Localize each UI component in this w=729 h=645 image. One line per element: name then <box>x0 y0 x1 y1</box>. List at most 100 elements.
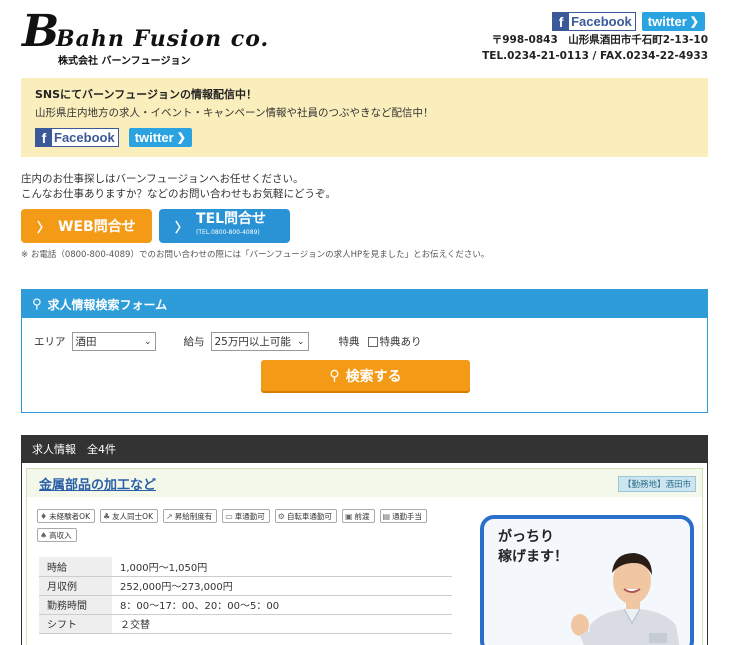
facebook-icon: f <box>36 129 52 146</box>
chevron-right-icon: 〉 <box>175 220 189 236</box>
job-tag-label: 高収入 <box>49 530 72 540</box>
job-tag: ▤ 通勤手当 <box>379 509 428 523</box>
job-promo-image: がっちり 稼げます！ <box>480 515 694 645</box>
job-tag: ↗ 昇給制度有 <box>163 509 218 523</box>
job-tag: ▭ 車通勤可 <box>222 509 270 523</box>
logo-subtitle: 株式会社 バーンフュージョン <box>58 56 191 67</box>
logo-b-mark: B <box>22 6 60 57</box>
web-inquiry-button[interactable]: 〉 WEB問合せ <box>21 209 152 243</box>
tel-inquiry-label: TEL問合せ <box>196 211 267 227</box>
job-tag: ♦ 未経験者OK <box>37 509 95 523</box>
banner-facebook-button[interactable]: f Facebook <box>35 128 119 147</box>
search-icon: ⚲ <box>329 367 340 384</box>
job-info-table: 時給 1,000円〜1,050円 月収例 252,000円〜273,000円 勤… <box>39 557 452 634</box>
car-icon: ▭ <box>225 511 233 521</box>
job-tag-label: 自転車通勤可 <box>286 511 332 521</box>
twitter-label: twitter <box>134 130 174 145</box>
bicycle-icon: ⚙ <box>277 511 285 521</box>
job-tag-label: 通勤手当 <box>392 511 423 521</box>
company-phone: TEL.0234-21-0113 / FAX.0234-22-4933 <box>482 50 708 62</box>
phone-note: ※ お電話（0800-800-4089）でのお問い合わせの際には「バーンフュージ… <box>21 250 490 260</box>
table-row: 勤務時間 8：00〜17：00、20：00〜5：00 <box>39 595 452 615</box>
commute-allowance-icon: ▤ <box>382 511 391 521</box>
perk-checkbox-label[interactable]: 特典あり <box>380 334 422 349</box>
salary-select[interactable]: 25万円以上可能 ⌄ <box>210 332 309 351</box>
sns-banner: SNSにてバーンフュージョンの情報配信中！ 山形県庄内地方の求人・イベント・キャ… <box>21 78 708 157</box>
job-tag: ♣ 友人同士OK <box>100 509 158 523</box>
job-tag-label: 友人同士OK <box>112 511 153 521</box>
job-tag: ♠ 高収入 <box>37 528 77 542</box>
job-tag-label: 車通勤可 <box>234 511 265 521</box>
salary-select-value: 25万円以上可能 <box>214 336 291 348</box>
tel-inquiry-number: (TEL.0800-800-4089) <box>196 229 260 236</box>
job-card: 金属部品の加工など 【勤務地】酒田市 ♦ 未経験者OK ♣ 友人同士OK ↗ 昇給制度… <box>26 468 703 645</box>
facebook-label: Facebook <box>54 130 115 145</box>
raise-icon: ↗ <box>166 511 173 521</box>
search-icon: ⚲ <box>32 296 42 312</box>
results-header: 求人情報 全4件 <box>22 435 707 463</box>
table-row: 月収例 252,000円〜273,000円 <box>39 576 452 596</box>
search-filters: エリア 酒田 ⌄ 給与 25万円以上可能 ⌄ 特典 特典あり <box>34 332 422 351</box>
header-facebook-button[interactable]: f Facebook <box>552 12 636 31</box>
chevron-down-icon: ⌄ <box>296 336 305 347</box>
intro-text: 庄内のお仕事探しはバーンフュージョンへお任せください。 こんなお仕事ありますか？… <box>21 172 336 202</box>
job-tags: ♦ 未経験者OK ♣ 友人同士OK ↗ 昇給制度有 ▭ 車通勤可 ⚙ 自転車通勤可 ▣ 前渡… <box>37 509 437 542</box>
job-location-badge: 【勤務地】酒田市 <box>617 476 696 492</box>
web-inquiry-label: WEB問合せ <box>58 219 136 235</box>
facebook-label: Facebook <box>571 14 632 29</box>
chevron-down-icon: ⌄ <box>143 336 152 347</box>
tel-inquiry-button[interactable]: 〉 TEL問合せ (TEL.0800-800-4089) <box>159 209 290 243</box>
perk-checkbox[interactable] <box>367 336 378 347</box>
job-info-key: 月収例 <box>39 576 112 596</box>
twitter-bird-icon: ❯ <box>689 16 699 28</box>
job-info-value: ２交替 <box>112 614 452 634</box>
header-twitter-button[interactable]: twitter ❯ <box>641 12 705 31</box>
job-results: 求人情報 全4件 金属部品の加工など 【勤務地】酒田市 ♦ 未経験者OK ♣ 友人同… <box>21 435 708 645</box>
job-title-link[interactable]: 金属部品の加工など <box>39 474 156 493</box>
job-tag: ⚙ 自転車通勤可 <box>274 509 337 523</box>
job-info-value: 8：00〜17：00、20：00〜5：00 <box>112 595 452 615</box>
area-label: エリア <box>34 336 66 348</box>
advance-pay-icon: ▣ <box>344 511 353 521</box>
logo-name: Bahn Fusion co. <box>56 26 270 52</box>
banner-title: SNSにてバーンフュージョンの情報配信中！ <box>35 88 257 101</box>
job-info-key: 勤務時間 <box>39 595 112 615</box>
perk-label: 特典 <box>338 336 360 348</box>
search-button[interactable]: ⚲ 検索する <box>261 360 470 391</box>
search-form-header: ⚲ 求人情報検索フォーム <box>22 290 707 318</box>
facebook-icon: f <box>553 13 570 30</box>
banner-sns-links: f Facebook twitter ❯ <box>35 128 694 147</box>
job-search-form: ⚲ 求人情報検索フォーム エリア 酒田 ⌄ 給与 25万円以上可能 ⌄ 特典 特… <box>21 289 708 413</box>
high-income-icon: ♠ <box>40 530 48 540</box>
banner-twitter-button[interactable]: twitter ❯ <box>128 128 192 147</box>
area-select[interactable]: 酒田 ⌄ <box>71 332 156 351</box>
job-tag-label: 未経験者OK <box>49 511 90 521</box>
search-form-title: 求人情報検索フォーム <box>47 297 168 312</box>
intro-line-1: 庄内のお仕事探しはバーンフュージョンへお任せください。 <box>21 173 304 185</box>
job-info-key: シフト <box>39 614 112 634</box>
job-tag-label: 前渡 <box>354 511 370 521</box>
company-contact: 〒998-0843 山形県酒田市千石町2-13-10 TEL.0234-21-0… <box>482 32 708 64</box>
friends-icon: ♣ <box>103 511 111 521</box>
header-sns-links: f Facebook twitter ❯ <box>552 12 705 31</box>
twitter-label: twitter <box>647 14 687 29</box>
area-select-value: 酒田 <box>75 336 97 348</box>
search-button-label: 検索する <box>345 368 402 385</box>
intro-line-2: こんなお仕事ありますか？などのお問い合わせもお気軽にどうぞ。 <box>21 188 336 200</box>
job-tag: ▣ 前渡 <box>341 509 375 523</box>
beginner-icon: ♦ <box>40 511 48 521</box>
twitter-bird-icon: ❯ <box>176 132 186 144</box>
salary-label: 給与 <box>183 336 205 348</box>
company-logo[interactable]: B Bahn Fusion co. 株式会社 バーンフュージョン <box>22 4 268 68</box>
table-row: 時給 1,000円〜1,050円 <box>39 557 452 577</box>
company-address: 〒998-0843 山形県酒田市千石町2-13-10 <box>491 34 708 46</box>
job-info-value: 1,000円〜1,050円 <box>112 557 452 577</box>
banner-text: 山形県庄内地方の求人・イベント・キャンペーン情報や社員のつぶやきなど配信中！ <box>35 107 434 119</box>
smiling-worker-illustration <box>571 553 680 645</box>
job-tag-label: 昇給制度有 <box>174 511 213 521</box>
job-info-value: 252,000円〜273,000円 <box>112 576 452 596</box>
chevron-right-icon: 〉 <box>37 220 51 236</box>
job-info-key: 時給 <box>39 557 112 577</box>
job-title-bar: 金属部品の加工など <box>27 469 702 497</box>
table-row: シフト ２交替 <box>39 614 452 634</box>
